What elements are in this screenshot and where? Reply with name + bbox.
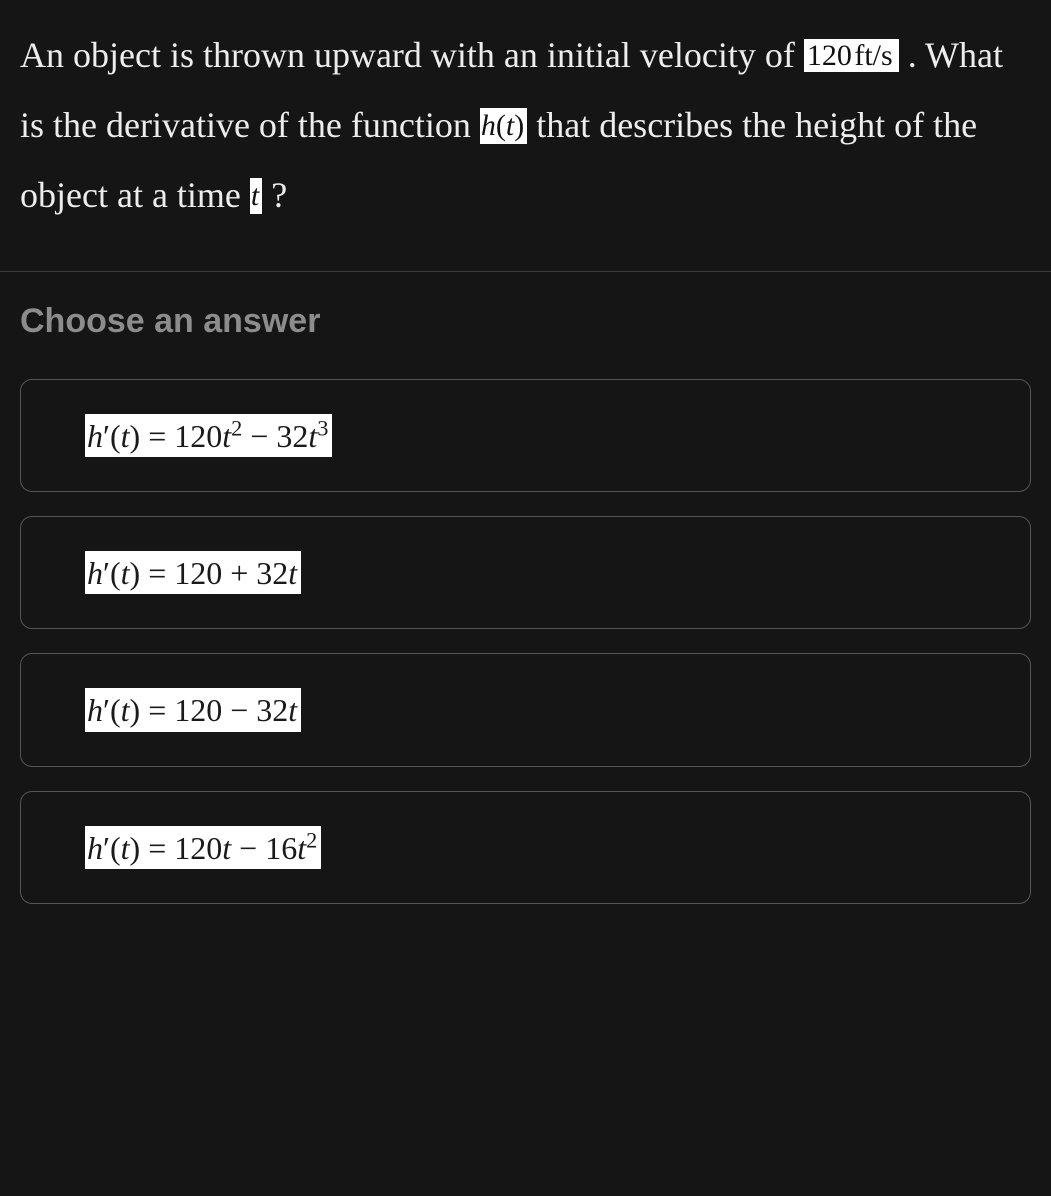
option-b-formula: h′(t) = 120 + 32t (85, 551, 301, 594)
option-c[interactable]: h′(t) = 120 − 32t (20, 653, 1031, 766)
q-suffix: ? (271, 175, 287, 215)
height-fn-box: h(t) (480, 108, 527, 144)
option-c-formula: h′(t) = 120 − 32t (85, 688, 301, 731)
option-d-formula: h′(t) = 120t − 16t2 (85, 826, 321, 869)
option-a[interactable]: h′(t) = 120t2 − 32t3 (20, 379, 1031, 492)
option-a-formula: h′(t) = 120t2 − 32t3 (85, 414, 332, 457)
velocity-box: 120 ft/s (804, 39, 899, 72)
time-var-box: t (250, 178, 262, 214)
question-area: An object is thrown upward with an initi… (0, 0, 1051, 271)
q-prefix: An object is thrown upward with an initi… (20, 35, 804, 75)
choose-heading: Choose an answer (20, 302, 1031, 341)
option-d[interactable]: h′(t) = 120t − 16t2 (20, 791, 1031, 904)
option-b[interactable]: h′(t) = 120 + 32t (20, 516, 1031, 629)
answer-section: Choose an answer h′(t) = 120t2 − 32t3 h′… (0, 272, 1051, 949)
question-text: An object is thrown upward with an initi… (20, 20, 1031, 231)
